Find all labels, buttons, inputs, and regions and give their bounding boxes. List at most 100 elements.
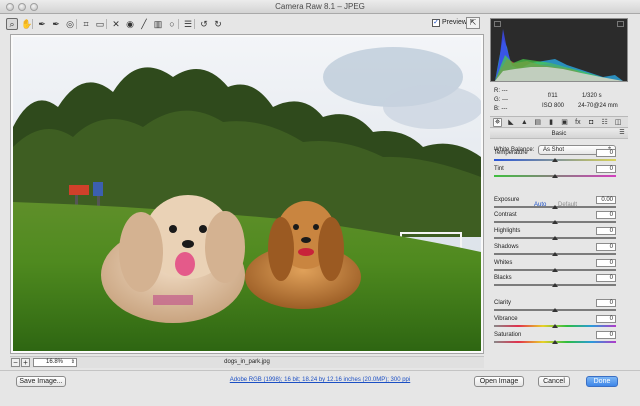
triangle-icon: ▲ xyxy=(520,119,528,126)
split-toning-icon: ▮ xyxy=(549,119,554,126)
toolbar-separator xyxy=(76,19,77,29)
straighten-icon: ▭ xyxy=(95,19,105,29)
tab-basic[interactable]: ✵ xyxy=(493,118,502,127)
slider-thumb-blacks[interactable] xyxy=(552,283,558,287)
slider-label-tint: Tint xyxy=(494,166,504,172)
panel-menu-icon[interactable]: ☰ xyxy=(618,130,626,137)
targeted-adjustment-tool-button[interactable]: ◎ xyxy=(64,18,76,30)
curve-icon: ◣ xyxy=(508,119,514,126)
adjustment-brush-tool-button[interactable]: ╱ xyxy=(138,18,150,30)
focal-length-value: 24-70@24 mm xyxy=(578,103,618,109)
cancel-button[interactable]: Cancel xyxy=(538,376,570,387)
slider-value-blacks[interactable]: 0 xyxy=(596,274,616,282)
graduated-filter-tool-button[interactable]: ▥ xyxy=(152,18,164,30)
hand-tool-button[interactable]: ✋ xyxy=(20,18,32,30)
slider-value-saturation[interactable]: 0 xyxy=(596,331,616,339)
iso-value: ISO 800 xyxy=(542,103,565,109)
panel-section-header: Basic ☰ xyxy=(490,129,628,139)
magnifier-icon: ⌕ xyxy=(9,19,15,29)
preview-checkbox[interactable]: ✓ xyxy=(432,19,440,27)
preferences-tool-button[interactable]: ☰ xyxy=(182,18,194,30)
slider-value-whites[interactable]: 0 xyxy=(596,259,616,267)
tool-bar: ⌕ ✋ ✒ ✒ ◎ ⌗ ▭ ✕ ◉ ╱ ▥ ○ ☰ ↺ ↻ xyxy=(6,16,484,32)
slider-thumb-exposure[interactable] xyxy=(552,205,558,209)
window-title: Camera Raw 8.1 – JPEG xyxy=(275,2,365,11)
tab-tone-curve[interactable]: ◣ xyxy=(506,118,515,127)
dogs-in-park-photo xyxy=(13,37,481,351)
color-sampler-tool-button[interactable]: ✒ xyxy=(50,18,62,30)
photo-preview[interactable] xyxy=(13,37,481,351)
slider-thumb-vibrance[interactable] xyxy=(552,324,558,328)
fullscreen-icon: ⇱ xyxy=(469,18,477,27)
slider-thumb-temperature[interactable] xyxy=(552,158,558,162)
fullscreen-mode-button[interactable]: ⇱ xyxy=(466,17,480,29)
white-balance-value: As Shot xyxy=(543,147,565,153)
zoom-tool-button[interactable]: ⌕ xyxy=(6,18,18,30)
slider-value-temperature[interactable]: 0 xyxy=(596,149,616,157)
camera-raw-window: Camera Raw 8.1 – JPEG ⌕ ✋ ✒ ✒ ◎ ⌗ ▭ ✕ ◉ ╱ ▥ ○ ☰ ↺ ↻ ✓ … xyxy=(0,0,640,406)
slider-value-contrast[interactable]: 0 xyxy=(596,211,616,219)
panel-section-title: Basic xyxy=(551,131,567,137)
tab-camera-calibration[interactable]: ◘ xyxy=(587,118,596,127)
panel-tabs: ✵ ◣ ▲ ▤ ▮ ▣ fx ◘ ☷ ◫ xyxy=(490,116,628,128)
eyedropper-icon: ✒ xyxy=(38,19,46,29)
slider-label-whites: Whites xyxy=(494,260,513,266)
slider-value-tint[interactable]: 0 xyxy=(596,165,616,173)
slider-thumb-tint[interactable] xyxy=(552,174,558,178)
slider-thumb-contrast[interactable] xyxy=(552,220,558,224)
slider-label-shadows: Shadows xyxy=(494,244,519,250)
tab-snapshots[interactable]: ◫ xyxy=(614,118,623,127)
green-readout: G: --- xyxy=(494,97,509,103)
histogram-graph xyxy=(495,29,623,81)
slider-thumb-whites[interactable] xyxy=(552,268,558,272)
adjustments-panel: R: --- G: --- B: --- f/11 1/320 s ISO 80… xyxy=(488,16,632,368)
blue-readout: B: --- xyxy=(494,106,508,112)
radial-filter-tool-button[interactable]: ○ xyxy=(166,18,178,30)
camera-info-readout: R: --- G: --- B: --- f/11 1/320 s ISO 80… xyxy=(490,84,628,116)
tab-hsl[interactable]: ▤ xyxy=(533,118,542,127)
bottom-bar: Save Image... Adobe RGB (1998); 16 bit; … xyxy=(0,370,640,406)
open-image-button[interactable]: Open Image xyxy=(474,376,524,387)
target-icon: ◎ xyxy=(66,19,74,29)
slider-label-blacks: Blacks xyxy=(494,275,512,281)
slider-thumb-shadows[interactable] xyxy=(552,252,558,256)
slider-label-vibrance: Vibrance xyxy=(494,316,518,322)
slider-value-vibrance[interactable]: 0 xyxy=(596,315,616,323)
slider-value-shadows[interactable]: 0 xyxy=(596,243,616,251)
slider-thumb-highlights[interactable] xyxy=(552,236,558,240)
lens-icon: ▣ xyxy=(561,119,568,126)
image-preview-frame xyxy=(10,34,484,354)
eye-icon: ◉ xyxy=(126,19,134,29)
rotate-right-tool-button[interactable]: ↻ xyxy=(212,18,224,30)
slider-thumb-clarity[interactable] xyxy=(552,308,558,312)
crop-tool-button[interactable]: ⌗ xyxy=(80,18,92,30)
spot-removal-tool-button[interactable]: ✕ xyxy=(110,18,122,30)
tab-effects[interactable]: fx xyxy=(573,118,582,127)
rotate-left-tool-button[interactable]: ↺ xyxy=(198,18,210,30)
slider-thumb-saturation[interactable] xyxy=(552,340,558,344)
snapshots-icon: ◫ xyxy=(614,119,622,126)
color-sampler-icon: ✒ xyxy=(52,19,60,29)
spot-removal-icon: ✕ xyxy=(112,19,120,29)
list-icon: ☰ xyxy=(183,19,193,29)
red-eye-tool-button[interactable]: ◉ xyxy=(124,18,136,30)
fx-icon: fx xyxy=(575,119,581,126)
slider-value-exposure[interactable]: 0.00 xyxy=(596,196,616,204)
done-button[interactable]: Done xyxy=(586,376,618,387)
straighten-tool-button[interactable]: ▭ xyxy=(94,18,106,30)
tab-lens-corrections[interactable]: ▣ xyxy=(560,118,569,127)
toolbar-separator xyxy=(194,19,195,29)
toolbar-separator xyxy=(32,19,33,29)
slider-value-highlights[interactable]: 0 xyxy=(596,227,616,235)
graduated-filter-icon: ▥ xyxy=(153,19,163,29)
tab-detail[interactable]: ▲ xyxy=(520,118,529,127)
preview-label: Preview xyxy=(442,19,467,26)
white-balance-tool-button[interactable]: ✒ xyxy=(36,18,48,30)
slider-value-clarity[interactable]: 0 xyxy=(596,299,616,307)
aperture-value: f/11 xyxy=(548,93,558,99)
tab-split-toning[interactable]: ▮ xyxy=(547,118,556,127)
aperture-icon: ✵ xyxy=(494,119,501,126)
zoom-bar: − + 16.8% ⇕ dogs_in_park.jpg xyxy=(10,356,484,368)
tab-presets[interactable]: ☷ xyxy=(600,118,609,127)
slider-label-contrast: Contrast xyxy=(494,212,517,218)
